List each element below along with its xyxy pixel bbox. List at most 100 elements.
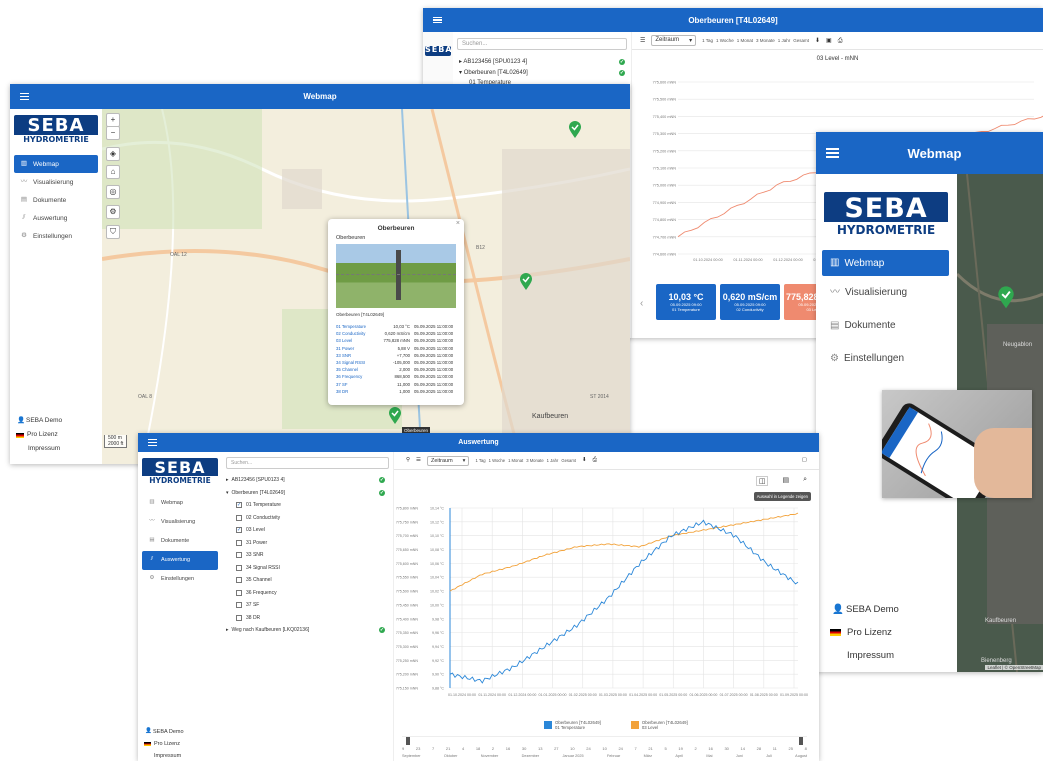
nav-visualisierung[interactable]: 〰 Visualisierung [14,173,98,191]
tree-item[interactable]: ▸ AB123456 [SPU0123 4] ✓ [453,56,631,67]
time-navigator[interactable]: 9 23 7 21 4 18 2 16 30 13 27 10 24 10 24 7 21 5 19 2 16 30 14 2… [402,736,807,760]
list-icon[interactable]: ☰ [640,38,645,44]
tree-item[interactable]: ▾ Oberbeuren [T4L02649] ✓ [222,487,393,500]
shield-icon[interactable]: ⛉ [106,225,120,239]
menu-icon[interactable] [20,93,29,100]
nav-dokumente[interactable]: ▤ Dokumente [816,309,957,342]
layers-icon[interactable]: ◈ [106,147,120,161]
impressum-link[interactable]: Impressum [830,644,899,667]
channel-link[interactable]: 33 SNR [336,352,378,359]
image-icon[interactable]: ▣ [826,38,832,44]
zoom-in-button[interactable]: + [106,113,120,127]
channel-link[interactable]: 02 Conductivity [336,330,378,337]
nav-einstellungen[interactable]: ⚙ Einstellungen [816,342,957,375]
user-link[interactable]: 👤 SEBA Demo [144,726,184,738]
checkbox[interactable] [236,614,242,621]
menu-icon[interactable] [148,439,157,446]
nav-einstellungen[interactable]: ⚙ Einstellungen [142,570,218,589]
home-icon[interactable]: ⌂ [106,165,120,179]
checkbox[interactable] [236,602,242,609]
channel-link[interactable]: 38 DR [336,388,378,395]
expand-icon[interactable]: ▸ [226,477,229,483]
nav-visualisierung[interactable]: 〰 Visualisierung [142,513,218,532]
legend-item[interactable]: Oberbeuren [T4L02649] 01 Temperature [544,720,601,730]
checkbox[interactable]: ✓ [236,527,242,534]
channel-link[interactable]: 35 Channel [336,366,378,373]
nav-visualisierung[interactable]: 〰 Visualisierung [816,276,957,309]
range-slider[interactable]: 1 Tag 1 Woche 1 Monat 3 Monate 1 Jahr Gesamt [702,38,809,43]
nav-dokumente[interactable]: ▤ Dokumente [14,191,98,209]
menu-icon[interactable] [433,16,442,24]
settings-icon[interactable]: ⚙ [106,205,120,219]
tree-item[interactable]: 38 DR [222,612,393,625]
tree-item[interactable]: 36 Frequency [222,587,393,600]
range-select[interactable]: Zeitraum ▾ [426,455,470,466]
channel-link[interactable]: 36 Frequency [336,373,378,380]
nav-webmap[interactable]: ▥ Webmap [14,155,98,173]
station-marker-selected[interactable] [388,407,402,425]
checkbox[interactable] [236,539,242,546]
range-select[interactable]: Zeitraum ▾ [651,35,697,46]
nav-webmap[interactable]: ▥ Webmap [142,494,218,513]
nav-webmap[interactable]: ▥ Webmap [822,250,949,276]
channel-link[interactable]: 01 Temperature [336,323,378,330]
nav-auswertung[interactable]: ⫽ Auswertung [142,550,218,570]
zoom-icon[interactable]: ⌕ [803,476,807,486]
navigator-handle-right[interactable] [799,737,803,745]
list-icon[interactable]: ☰ [416,457,421,464]
map[interactable]: + − ◈ ⌂ ◎ ⚙ ⛉ Kaufbeuren OAL 12 B12 ST 2… [102,109,630,464]
zoom-out-button[interactable]: − [106,126,120,140]
expand-icon[interactable]: ▸ [226,627,229,633]
checkbox[interactable] [236,589,242,596]
tree-item[interactable]: 31 Power [222,537,393,550]
checkbox[interactable] [236,514,242,521]
tree-item[interactable]: 33 SNR [222,549,393,562]
menu-icon[interactable] [826,148,839,158]
channel-link[interactable]: 03 Level [336,337,378,344]
tree-item[interactable]: ▾ Oberbeuren [T4L02649] ✓ [453,67,631,78]
collapse-icon[interactable]: ▢ [802,457,807,464]
close-icon[interactable]: × [456,220,460,227]
print-icon[interactable]: ⎙ [838,38,843,44]
checkbox[interactable]: ✓ [236,502,242,509]
tree-item[interactable]: ▸ Weg nach Kaufbeuren [LKQ02136] ✓ [222,624,393,637]
user-link[interactable]: 👤 SEBA Demo [830,598,899,621]
nav-dokumente[interactable]: ▤ Dokumente [142,532,218,551]
nav-auswertung[interactable]: ⫽ Auswertung [14,209,98,227]
prev-icon[interactable]: ‹ [640,298,643,309]
print-icon[interactable]: ⎙ [593,457,597,464]
license-link[interactable]: Pro Lizenz [16,428,62,442]
impressum-link[interactable]: Impressum [144,750,184,761]
license-link[interactable]: Pro Lizenz [830,621,899,644]
tree-item[interactable]: 37 SF [222,599,393,612]
channel-link[interactable]: 34 Signal RSSI [336,359,378,366]
checkbox[interactable] [236,552,242,559]
tree-item[interactable]: 35 Channel [222,574,393,587]
tree-item[interactable]: ✓ 01 Temperature [222,499,393,512]
nav-einstellungen[interactable]: ⚙ Einstellungen [14,227,98,245]
tree-item[interactable]: 34 Signal RSSI [222,562,393,575]
navigator-handle-left[interactable] [406,737,410,745]
channel-link[interactable]: 31 Power [336,345,378,352]
download-icon[interactable]: ⬇ [815,38,820,44]
table-icon[interactable]: ▤ [782,476,789,486]
legend-item[interactable]: Oberbeuren [T4L02649] 03 Level [630,720,688,730]
value-card[interactable]: 10,03 °C 05.09.2025 09:00 01 Temperature [656,284,716,320]
tree-item[interactable]: ✓ 03 Level [222,524,393,537]
tree-item[interactable]: 02 Conductivity [222,512,393,525]
channel-link[interactable]: 37 SF [336,381,378,388]
range-slider[interactable]: 1 Tag 1 Woche 1 Monat 3 Monate 1 Jahr Gesamt [475,458,576,463]
legend-select-icon[interactable]: ◫ [755,476,769,486]
download-icon[interactable]: ⬇ [582,457,587,464]
expand-icon[interactable]: ▾ [226,490,229,496]
license-link[interactable]: Pro Lizenz [144,738,184,750]
locate-icon[interactable]: ◎ [106,185,120,199]
station-marker[interactable] [568,121,582,139]
value-card[interactable]: 0,620 mS/cm 05.09.2025 09:00 02 Conductivi… [720,284,780,320]
filter-icon[interactable]: ⚲ [406,457,410,464]
search-input[interactable]: Suchen... [457,38,627,50]
user-link[interactable]: 👤 SEBA Demo [16,414,62,428]
tree-item[interactable]: ▸ AB123456 [SPU0123 4] ✓ [222,474,393,487]
station-marker[interactable] [519,273,533,291]
search-input[interactable]: Suchen... [226,457,389,469]
